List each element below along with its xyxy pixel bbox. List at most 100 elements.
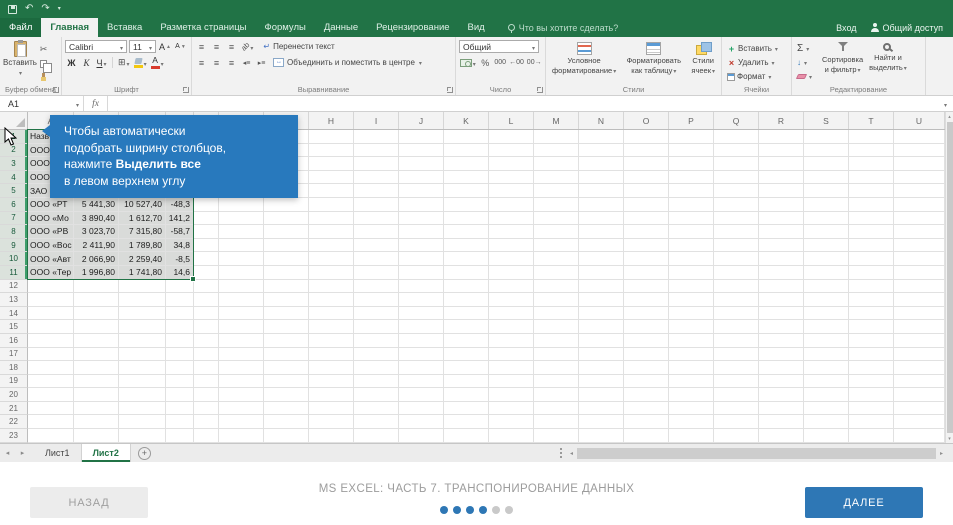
row-header-17[interactable]: 17 [0, 347, 28, 362]
cell-R18[interactable] [759, 361, 804, 375]
cell-K20[interactable] [444, 388, 489, 402]
cell-A10[interactable]: ООО «Авт [28, 252, 74, 266]
cell-S23[interactable] [804, 429, 849, 443]
row-header-9[interactable]: 9 [0, 238, 28, 253]
cell-S12[interactable] [804, 279, 849, 294]
cell-Q14[interactable] [714, 306, 759, 321]
cell-B16[interactable] [74, 333, 119, 348]
cell-I6[interactable] [354, 197, 399, 212]
cell-S14[interactable] [804, 306, 849, 321]
cell-K22[interactable] [444, 415, 489, 430]
cell-P21[interactable] [669, 401, 714, 416]
column-header-K[interactable]: K [444, 112, 489, 129]
cell-L5[interactable] [489, 184, 534, 198]
undo-icon[interactable]: ↶ [25, 4, 33, 14]
cell-C13[interactable] [119, 293, 166, 307]
cell-L13[interactable] [489, 293, 534, 307]
redo-icon[interactable]: ↷ [41, 4, 49, 14]
cell-T11[interactable] [849, 265, 894, 280]
cell-F23[interactable] [219, 429, 264, 443]
cell-B14[interactable] [74, 306, 119, 321]
cell-N1[interactable] [579, 130, 624, 144]
cell-M18[interactable] [534, 361, 579, 375]
cell-N20[interactable] [579, 388, 624, 402]
cell-R7[interactable] [759, 211, 804, 226]
cell-H1[interactable] [309, 130, 354, 144]
cell-H14[interactable] [309, 306, 354, 321]
cell-Q16[interactable] [714, 333, 759, 348]
column-header-Q[interactable]: Q [714, 112, 759, 129]
cell-E6[interactable] [194, 197, 219, 212]
font-size-select[interactable]: 11 [129, 40, 156, 53]
cell-Q23[interactable] [714, 429, 759, 443]
ribbon-tab-review[interactable]: Рецензирование [367, 18, 458, 37]
cell-I17[interactable] [354, 347, 399, 362]
cell-Q18[interactable] [714, 361, 759, 375]
cell-N10[interactable] [579, 252, 624, 266]
cell-O23[interactable] [624, 429, 669, 443]
cell-K9[interactable] [444, 238, 489, 253]
cell-R17[interactable] [759, 347, 804, 362]
row-header-15[interactable]: 15 [0, 320, 28, 334]
cell-S11[interactable] [804, 265, 849, 280]
column-header-P[interactable]: P [669, 112, 714, 129]
cell-N13[interactable] [579, 293, 624, 307]
cell-N21[interactable] [579, 401, 624, 416]
cell-N12[interactable] [579, 279, 624, 294]
percent-style-button[interactable]: % [479, 56, 492, 69]
row-header-16[interactable]: 16 [0, 333, 28, 348]
cell-U19[interactable] [894, 374, 945, 389]
cell-Q20[interactable] [714, 388, 759, 402]
vertical-scrollbar[interactable]: ▴ ▾ [945, 112, 953, 443]
cell-R12[interactable] [759, 279, 804, 294]
scroll-right-icon[interactable]: ▸ [940, 450, 943, 457]
fill-button[interactable]: ↓ [795, 56, 819, 69]
cell-F19[interactable] [219, 374, 264, 389]
cell-B18[interactable] [74, 361, 119, 375]
cell-R8[interactable] [759, 225, 804, 239]
cell-I10[interactable] [354, 252, 399, 266]
cell-F13[interactable] [219, 293, 264, 307]
cell-O12[interactable] [624, 279, 669, 294]
cell-E20[interactable] [194, 388, 219, 402]
cell-I5[interactable] [354, 184, 399, 198]
format-as-table-button[interactable]: Форматировать как таблицу [624, 39, 684, 77]
cell-P20[interactable] [669, 388, 714, 402]
cell-B20[interactable] [74, 388, 119, 402]
new-sheet-button[interactable]: + [137, 446, 151, 460]
scroll-up-icon[interactable]: ▴ [948, 112, 951, 121]
cell-B15[interactable] [74, 320, 119, 334]
cell-G22[interactable] [264, 415, 309, 430]
alignment-dialog-launcher-icon[interactable] [447, 87, 453, 93]
cell-C16[interactable] [119, 333, 166, 348]
cell-K17[interactable] [444, 347, 489, 362]
cell-R19[interactable] [759, 374, 804, 389]
cell-D12[interactable] [166, 279, 194, 294]
cell-L21[interactable] [489, 401, 534, 416]
cell-G7[interactable] [264, 211, 309, 226]
cell-U3[interactable] [894, 157, 945, 171]
cell-K23[interactable] [444, 429, 489, 443]
name-box[interactable]: A1 [0, 96, 84, 111]
cell-L18[interactable] [489, 361, 534, 375]
cell-O21[interactable] [624, 401, 669, 416]
cell-B19[interactable] [74, 374, 119, 389]
cell-P14[interactable] [669, 306, 714, 321]
cell-E11[interactable] [194, 265, 219, 280]
cell-I18[interactable] [354, 361, 399, 375]
align-left-button[interactable]: ≡ [195, 56, 208, 69]
cell-J1[interactable] [399, 130, 444, 144]
cell-B22[interactable] [74, 415, 119, 430]
cell-A17[interactable] [28, 347, 74, 362]
cell-Q9[interactable] [714, 238, 759, 253]
cell-I13[interactable] [354, 293, 399, 307]
horizontal-scrollbar[interactable]: ◂ ▸ [570, 446, 943, 460]
name-box-dropdown-icon[interactable] [75, 99, 79, 109]
row-header-6[interactable]: 6 [0, 197, 28, 212]
sheet-nav-right-icon[interactable]: ▸ [15, 444, 30, 462]
cell-K7[interactable] [444, 211, 489, 226]
cell-P18[interactable] [669, 361, 714, 375]
align-right-button[interactable]: ≡ [225, 56, 238, 69]
cell-K15[interactable] [444, 320, 489, 334]
cell-P19[interactable] [669, 374, 714, 389]
